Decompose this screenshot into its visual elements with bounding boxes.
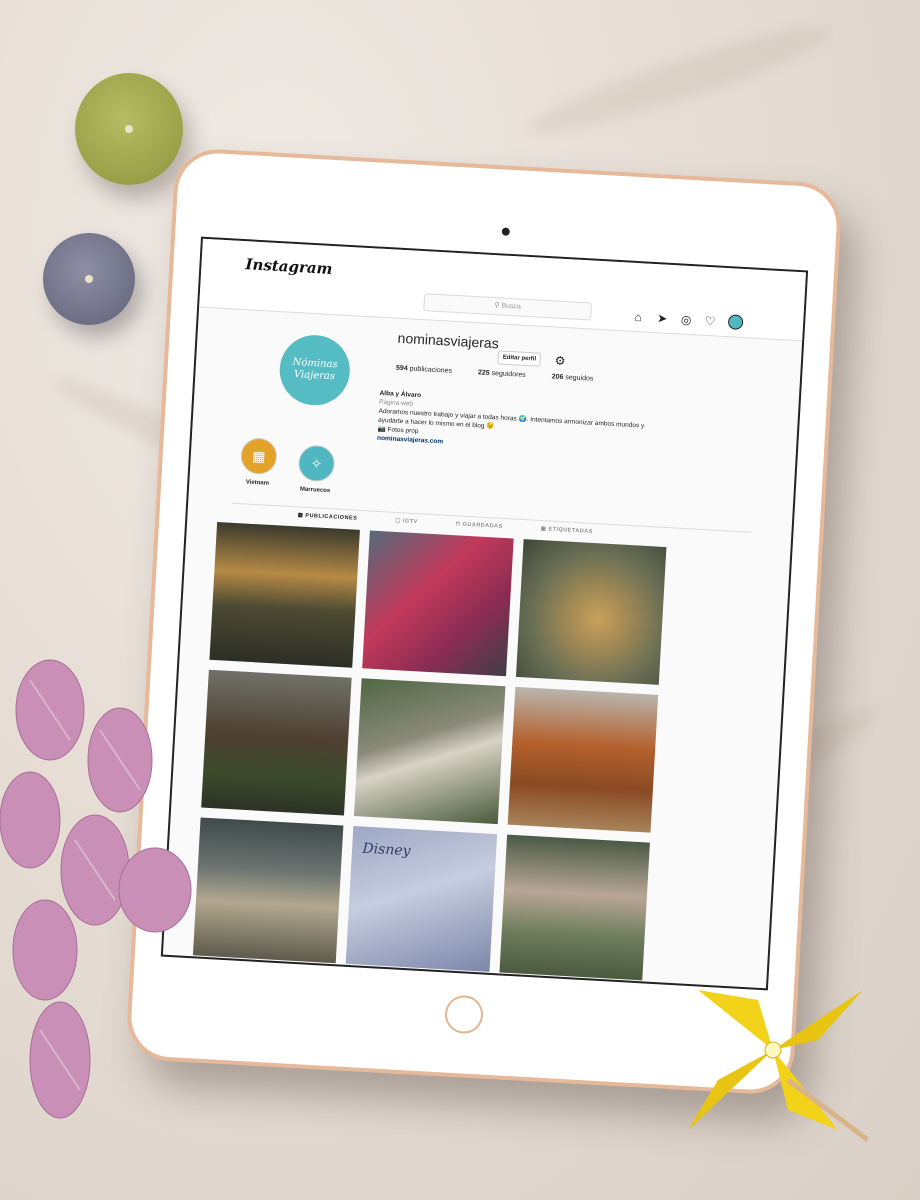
candle-wick: [125, 125, 133, 133]
photo-person-coffee[interactable]: [362, 530, 514, 677]
green-candle: [75, 73, 183, 185]
avatar[interactable]: [727, 314, 744, 330]
highlight-label: Marruecos: [299, 486, 331, 495]
following-count: 206: [551, 373, 564, 382]
profile-avatar[interactable]: Nóminas Viajeras: [277, 333, 352, 408]
marble-vein: [521, 11, 839, 149]
tab-label: IGTV: [402, 518, 418, 526]
heart-icon[interactable]: ♡: [704, 313, 717, 328]
profile-username: nominasviajeras: [397, 329, 500, 352]
pink-flowers: [0, 659, 192, 1119]
search-placeholder: Busca: [501, 302, 522, 311]
compass-icon: ✧: [297, 444, 336, 483]
pinwheel-blade: [688, 1050, 773, 1130]
photo-forest-sunset[interactable]: [209, 521, 361, 668]
tab-igtv[interactable]: ▢ IGTV: [395, 518, 418, 525]
home-button[interactable]: [444, 994, 485, 1035]
tab-guardadas[interactable]: ⊓ GUARDADAS: [456, 521, 503, 530]
gear-icon[interactable]: ⚙: [554, 354, 566, 369]
flower-cone: [0, 771, 61, 869]
tablet: Instagram ⚲ Busca ⌂ ➤ ◎ ♡ Nóminas Viajer…: [125, 147, 843, 1096]
posts-stat[interactable]: 594 publicaciones: [396, 365, 452, 375]
highlight-marruecos[interactable]: ✧ Marruecos: [297, 444, 336, 494]
following-stat[interactable]: 206 seguidos: [552, 373, 594, 382]
photo-christmas-ornament[interactable]: [515, 539, 667, 685]
tab-label: ETIQUETADAS: [548, 526, 594, 535]
edit-profile-button[interactable]: Editar perfil: [497, 350, 542, 367]
map-icon: ▦: [239, 437, 278, 476]
photo-mushrooms-tree[interactable]: [354, 678, 506, 825]
send-icon[interactable]: ➤: [656, 311, 669, 326]
grey-candle: [43, 233, 135, 325]
flower-cone: [12, 899, 78, 1001]
candle-wick: [85, 275, 93, 283]
tab-etiquetadas[interactable]: ▣ ETIQUETADAS: [541, 526, 594, 535]
tab-label: PUBLICACIONES: [305, 512, 358, 522]
pinwheel-blade: [773, 990, 863, 1050]
tablet-screen: Instagram ⚲ Busca ⌂ ➤ ◎ ♡ Nóminas Viajer…: [160, 236, 809, 991]
profile-bio: Alba y Álvaro Página web Adoramos nuestr…: [377, 389, 650, 458]
avatar-text: Viajeras: [293, 369, 336, 383]
photo-house-garden[interactable]: [499, 834, 650, 981]
flower-cone: [118, 847, 192, 933]
compass-icon[interactable]: ◎: [680, 312, 693, 327]
yellow-pinwheel: [688, 990, 868, 1142]
followers-stat[interactable]: 225 seguidores: [478, 369, 526, 379]
photo-stone-sculpture[interactable]: [192, 817, 344, 964]
photo-grid: Disney: [192, 521, 667, 981]
home-icon[interactable]: ⌂: [632, 309, 645, 323]
posts-label: publicaciones: [409, 365, 453, 375]
tab-label: GUARDADAS: [462, 521, 503, 530]
tablet-camera: [501, 227, 511, 236]
posts-count: 594: [395, 364, 408, 373]
photo-disney-wall[interactable]: Disney: [346, 826, 497, 972]
search-input[interactable]: ⚲ Busca: [423, 293, 592, 321]
photo-autumn-park[interactable]: [507, 686, 659, 833]
pinwheel-center: [764, 1041, 782, 1059]
instagram-logo[interactable]: Instagram: [245, 255, 333, 278]
photo-pavilion[interactable]: [201, 669, 352, 816]
followers-count: 225: [477, 369, 490, 377]
highlight-vietnam[interactable]: ▦ Vietnam: [239, 437, 278, 487]
tab-publicaciones[interactable]: ▦ PUBLICACIONES: [297, 512, 357, 521]
disney-text: Disney: [362, 840, 411, 860]
pinwheel-blade: [698, 990, 773, 1050]
followers-label: seguidores: [491, 370, 526, 379]
highlight-label: Vietnam: [245, 479, 270, 487]
top-nav: ⌂ ➤ ◎ ♡: [632, 309, 744, 330]
instagram-header: Instagram ⚲ Busca ⌂ ➤ ◎ ♡: [199, 238, 806, 342]
following-label: seguidos: [565, 374, 594, 383]
